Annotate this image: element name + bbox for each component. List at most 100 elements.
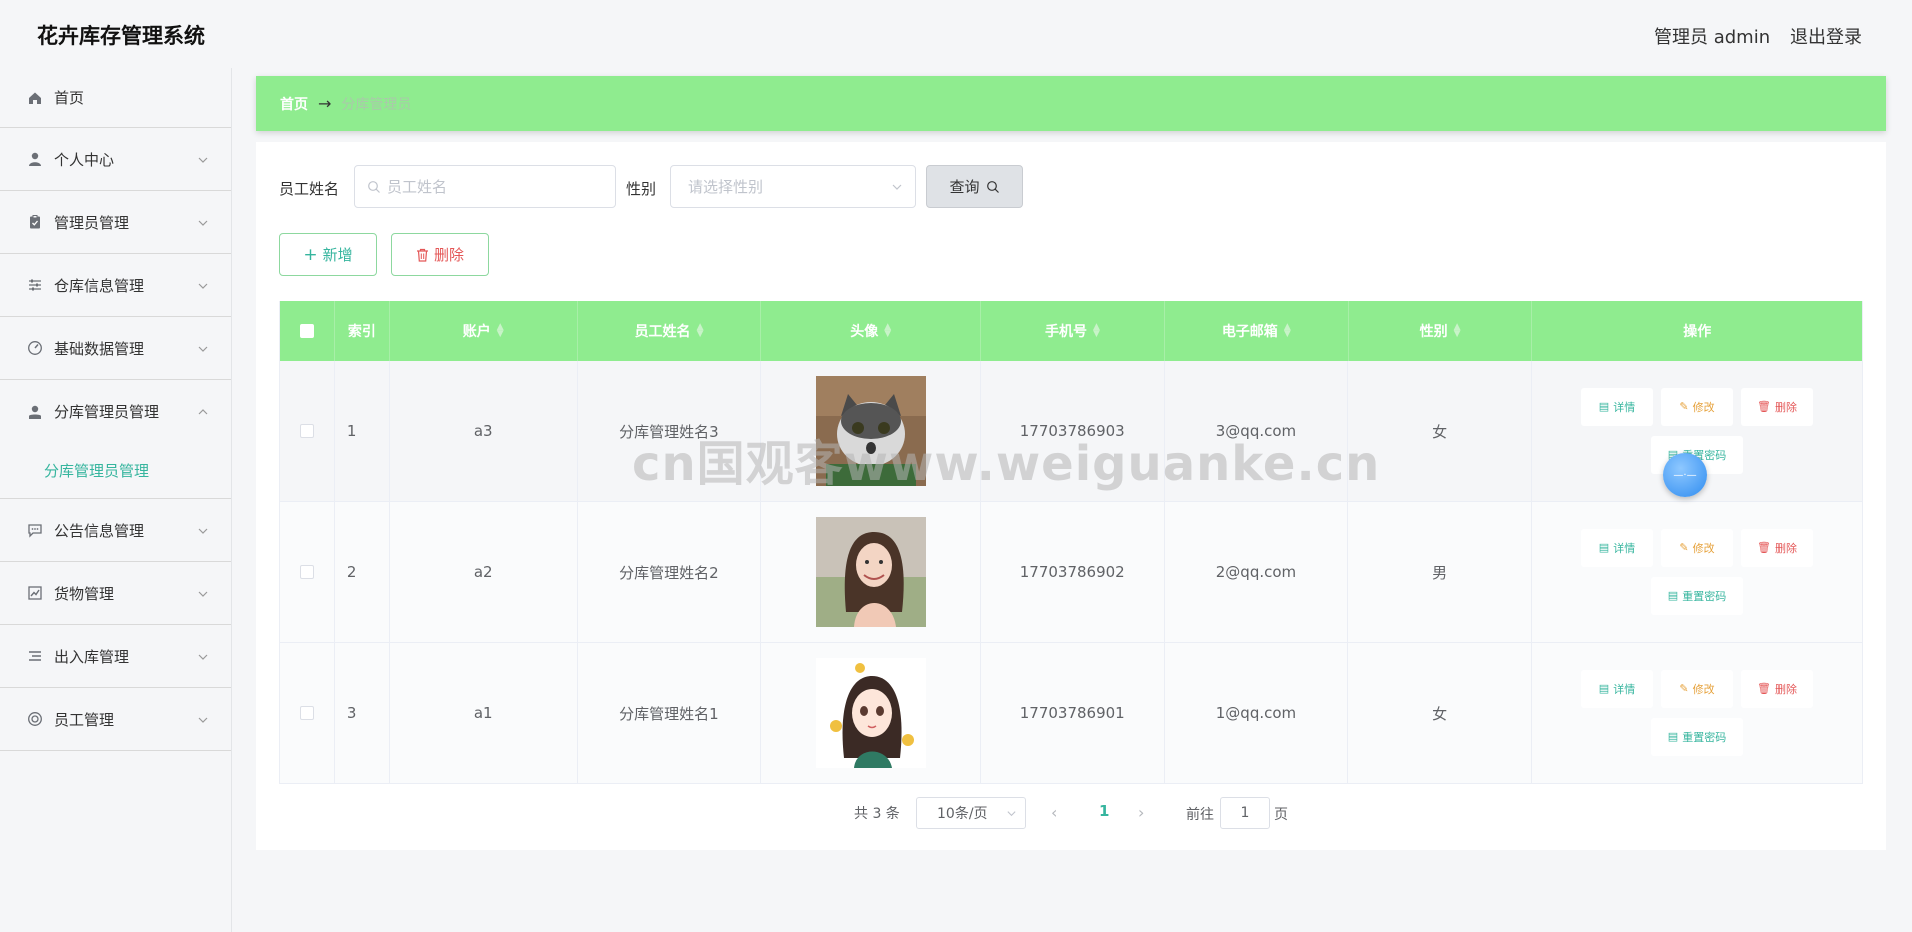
column-header-phone[interactable]: 手机号 ▲ ▼	[981, 301, 1165, 361]
column-header-label: 账户	[462, 324, 491, 340]
gauge-icon	[26, 339, 44, 357]
sidebar-item-goods[interactable]: 货物管理	[0, 562, 231, 625]
trash-icon: 🗑	[1757, 400, 1771, 413]
chevron-down-icon	[197, 341, 211, 355]
table-row: 3 a1 分库管理姓名1 17703786901 1@qq.com 女 ▤ 详情…	[280, 643, 1862, 784]
edit-button[interactable]: ✎ 修改	[1661, 387, 1733, 426]
detail-button[interactable]: ▤ 详情	[1581, 669, 1653, 708]
cell-avatar	[761, 361, 981, 501]
app-title: 花卉库存管理系统	[37, 24, 205, 48]
table-row: 1 a3 分库管理姓名3 17703786903 3@qq.com 女 ▤ 详情…	[280, 361, 1862, 502]
add-button[interactable]: + 新增	[279, 233, 377, 276]
sidebar-item-label: 员工管理	[54, 710, 115, 729]
edit-button[interactable]: ✎ 修改	[1661, 669, 1733, 708]
detail-button[interactable]: ▤ 详情	[1581, 528, 1653, 567]
sidebar-item-label: 货物管理	[54, 584, 115, 603]
column-header-label: 手机号	[1045, 324, 1088, 340]
breadcrumb: 首页 → 分库管理员	[256, 76, 1886, 131]
reset-password-button[interactable]: ▤ 重置密码	[1651, 717, 1743, 756]
sidebar-item-profile[interactable]: 个人中心	[0, 128, 231, 191]
row-delete-button[interactable]: 🗑 删除	[1741, 387, 1813, 426]
logout-link[interactable]: 退出登录	[1790, 23, 1862, 49]
table-row: 2 a2 分库管理姓名2 17703786902 2@qq.com 男 ▤ 详情…	[280, 502, 1862, 643]
sort-icon: ▲ ▼	[884, 322, 892, 339]
row-delete-button-label: 删除	[1774, 400, 1797, 414]
row-checkbox[interactable]	[299, 706, 314, 720]
sidebar-item-inout[interactable]: 出入库管理	[0, 625, 231, 688]
edit-button[interactable]: ✎ 修改	[1661, 528, 1733, 567]
detail-button-label: 详情	[1613, 400, 1636, 414]
column-header-label: 索引	[347, 324, 376, 340]
floating-assistant-button[interactable]: —·—	[1663, 453, 1707, 497]
breadcrumb-separator: →	[318, 94, 332, 113]
row-checkbox[interactable]	[299, 424, 314, 438]
select-all-checkbox[interactable]	[299, 324, 314, 338]
gender-select[interactable]: 请选择性别	[670, 165, 916, 208]
sort-icon: ▲ ▼	[1453, 322, 1461, 339]
row-checkbox[interactable]	[299, 565, 314, 579]
goto-page-input[interactable]: 1	[1220, 797, 1270, 829]
page-number[interactable]: 1	[1099, 802, 1109, 820]
row-select-cell	[280, 643, 335, 783]
trash-icon	[416, 248, 429, 262]
top-bar: 花卉库存管理系统 管理员 admin 退出登录	[0, 0, 1912, 68]
column-header-label: 员工姓名	[634, 324, 691, 340]
sidebar-item-label: 仓库信息管理	[54, 276, 145, 295]
cell-avatar	[761, 502, 981, 642]
select-all-cell	[280, 301, 335, 361]
document-icon: ▤	[1598, 541, 1610, 554]
plus-icon: +	[303, 244, 318, 265]
clipboard-icon	[26, 213, 44, 231]
cell-email: 2@qq.com	[1165, 502, 1349, 642]
query-button[interactable]: 查询	[926, 165, 1023, 208]
chat-icon	[26, 521, 44, 539]
cell-index: 2	[335, 502, 390, 642]
reset-password-button[interactable]: ▤ 重置密码	[1651, 576, 1743, 615]
admin-label: 管理员 admin	[1654, 27, 1771, 48]
chevron-down-icon	[891, 181, 903, 193]
sidebar-item-basic-data[interactable]: 基础数据管理	[0, 317, 231, 380]
column-header-gender[interactable]: 性别 ▲ ▼	[1349, 301, 1533, 361]
sidebar: 首页 个人中心 管理员管理 仓库信息管理 基础数据管理 分库管理员管理 分库管理…	[0, 68, 232, 932]
column-header-email[interactable]: 电子邮箱 ▲ ▼	[1165, 301, 1349, 361]
pagination-total: 共 3 条	[854, 806, 900, 822]
sidebar-item-notice[interactable]: 公告信息管理	[0, 499, 231, 562]
breadcrumb-home[interactable]: 首页	[280, 94, 308, 114]
name-search-input[interactable]: 员工姓名	[354, 165, 616, 208]
row-delete-button[interactable]: 🗑 删除	[1741, 528, 1813, 567]
delete-button[interactable]: 删除	[391, 233, 489, 276]
sidebar-item-warehouse[interactable]: 仓库信息管理	[0, 254, 231, 317]
gender-select-placeholder: 请选择性别	[688, 178, 764, 196]
chevron-down-icon	[197, 215, 211, 229]
chevron-down-icon	[197, 278, 211, 292]
sidebar-item-label: 基础数据管理	[54, 339, 145, 358]
column-header-name[interactable]: 员工姓名 ▲ ▼	[578, 301, 762, 361]
column-header-avatar[interactable]: 头像 ▲ ▼	[761, 301, 982, 361]
cell-gender: 女	[1348, 361, 1532, 501]
sidebar-item-staff[interactable]: 员工管理	[0, 688, 231, 751]
next-page-button[interactable]: ›	[1138, 803, 1144, 822]
column-header-account[interactable]: 账户 ▲ ▼	[390, 301, 578, 361]
row-delete-button[interactable]: 🗑 删除	[1741, 669, 1813, 708]
sidebar-subitem-branch-admin[interactable]: 分库管理员管理	[0, 443, 231, 499]
detail-button[interactable]: ▤ 详情	[1581, 387, 1653, 426]
trash-icon: 🗑	[1757, 682, 1771, 695]
pagination: 共 3 条 10条/页 ‹ 1 › 前往 1 页	[256, 797, 1886, 829]
cell-name: 分库管理姓名1	[578, 643, 762, 783]
chevron-down-icon	[197, 649, 211, 663]
chevron-down-icon	[197, 523, 211, 537]
sort-icon: ▲ ▼	[1093, 322, 1100, 339]
cell-phone: 17703786903	[981, 361, 1165, 501]
sidebar-item-branch-admin[interactable]: 分库管理员管理	[0, 380, 231, 443]
sidebar-item-admin[interactable]: 管理员管理	[0, 191, 231, 254]
dots-icon: —·—	[1673, 469, 1697, 481]
cell-actions: ▤ 详情 ✎ 修改 🗑 删除 ▤ 重置密码	[1532, 643, 1862, 783]
page-size-select[interactable]: 10条/页	[916, 797, 1026, 829]
data-table: 索引 账户 ▲ ▼ 员工姓名 ▲ ▼ 头像 ▲ ▼ 手机号 ▲ ▼ 电子邮箱 ▲ ▼ 性别 ▲ ▼ 操作…	[279, 301, 1863, 784]
search-icon	[986, 180, 1000, 194]
column-header-index: 索引	[335, 301, 390, 361]
sidebar-item-home[interactable]: 首页	[0, 68, 231, 128]
prev-page-button[interactable]: ‹	[1051, 803, 1057, 822]
column-header-label: 头像	[850, 324, 879, 340]
cell-actions: ▤ 详情 ✎ 修改 🗑 删除 ▤ 重置密码	[1532, 502, 1862, 642]
